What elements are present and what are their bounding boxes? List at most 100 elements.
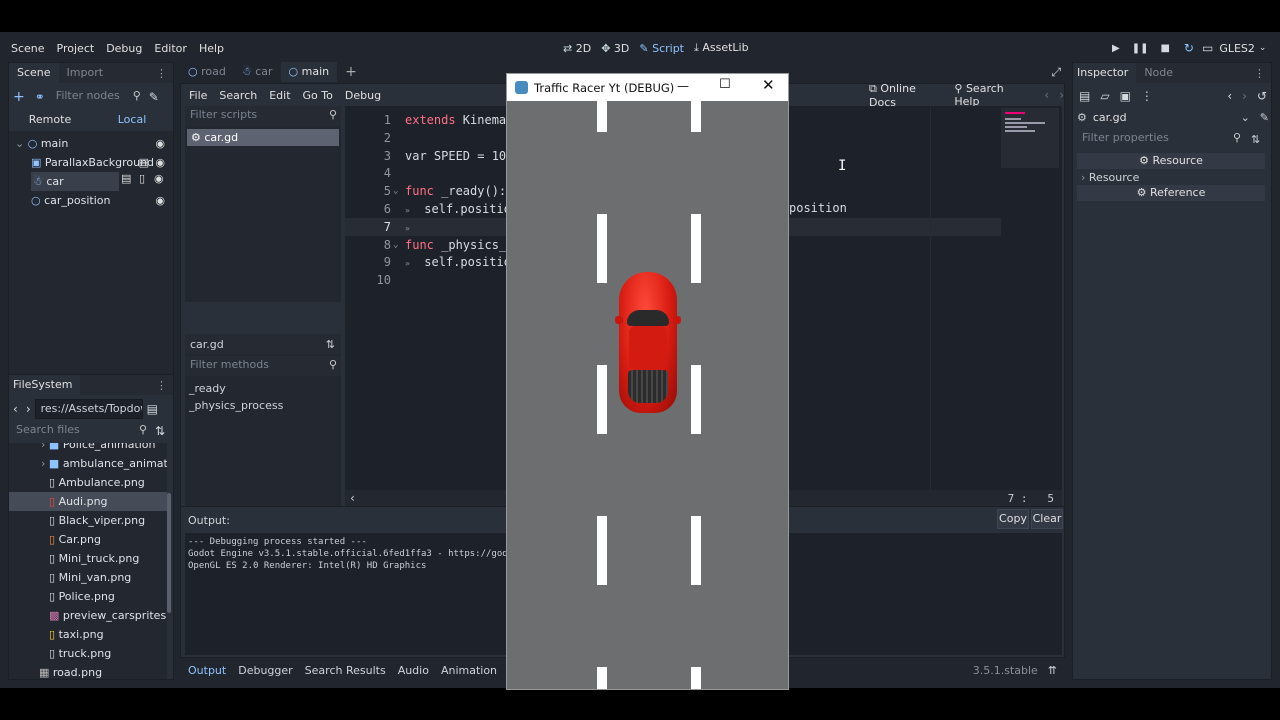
- scene-tab-car[interactable]: ☃ car: [234, 62, 281, 82]
- tab-filesystem[interactable]: FileSystem: [9, 375, 81, 395]
- sort-icon[interactable]: ⇅: [326, 338, 335, 351]
- file-item[interactable]: ▩ preview_carspritespa: [9, 606, 167, 625]
- script-menu-edit[interactable]: Edit: [269, 89, 290, 102]
- method-item[interactable]: _ready: [189, 380, 283, 397]
- filter-properties-input[interactable]: Filter properties ⚲: [1077, 129, 1245, 149]
- fold-arrow-icon[interactable]: ⌄: [393, 237, 401, 255]
- file-item[interactable]: ▯ Mini_truck.png: [9, 549, 167, 568]
- forward-icon[interactable]: ›: [1059, 88, 1064, 102]
- forward-icon[interactable]: ›: [1242, 89, 1247, 103]
- visibility-icon[interactable]: ◉: [155, 153, 165, 172]
- expand-panel-icon[interactable]: ⇈: [1048, 664, 1057, 677]
- filter-scripts-input[interactable]: Filter scripts ⚲: [185, 106, 341, 126]
- add-tab-icon[interactable]: +: [345, 64, 357, 80]
- tree-node-car-position[interactable]: ○ car_position ◉: [9, 191, 173, 210]
- filesystem-scrollbar[interactable]: [167, 493, 171, 613]
- file-item[interactable]: ▯ Ambulance.png: [9, 473, 167, 492]
- workspace-assetlib[interactable]: ⤓ AssetLib: [694, 41, 749, 55]
- workspace-3d[interactable]: ✥ 3D: [601, 42, 629, 55]
- scene-tab-road[interactable]: ○ road: [180, 62, 234, 82]
- settings-icon[interactable]: ⇅: [1251, 133, 1260, 146]
- menu-help[interactable]: Help: [199, 42, 224, 55]
- section-resource[interactable]: ⚙ Resource: [1077, 153, 1265, 169]
- section-reference[interactable]: ⚙ Reference: [1077, 185, 1265, 201]
- online-docs-link[interactable]: ⧉ Online Docs: [869, 82, 944, 109]
- instance-icon[interactable]: ▤: [121, 172, 131, 185]
- file-item-selected[interactable]: ▯ Audi.png: [9, 492, 167, 511]
- file-item[interactable]: ▯ Car.png: [9, 530, 167, 549]
- copy-button[interactable]: Copy: [997, 509, 1029, 529]
- forward-icon[interactable]: ›: [26, 402, 31, 416]
- tab-node[interactable]: Node: [1136, 63, 1181, 83]
- new-resource-icon[interactable]: ▤: [1079, 89, 1090, 103]
- bottom-tab-debugger[interactable]: Debugger: [238, 664, 292, 677]
- file-item[interactable]: ▯ Police.png: [9, 587, 167, 606]
- script-attach-icon[interactable]: ✎: [149, 90, 159, 104]
- tree-node-car[interactable]: ☃ car: [31, 172, 119, 191]
- dock-menu-icon[interactable]: ⋮: [1254, 67, 1265, 80]
- dock-menu-icon[interactable]: ⋮: [156, 379, 167, 392]
- sort-icon[interactable]: ⇅: [155, 424, 165, 438]
- history-icon[interactable]: ↺: [1257, 89, 1267, 103]
- pause-icon[interactable]: ❚❚: [1132, 43, 1149, 54]
- script-menu-debug[interactable]: Debug: [345, 89, 381, 102]
- minimap[interactable]: [1001, 108, 1059, 168]
- tab-import[interactable]: Import: [59, 63, 112, 83]
- menu-scene[interactable]: Scene: [11, 42, 45, 55]
- file-item[interactable]: ▯ Black_viper.png: [9, 511, 167, 530]
- distraction-free-icon[interactable]: ⤢: [1051, 65, 1061, 80]
- back-icon[interactable]: ‹: [1044, 88, 1049, 102]
- script-menu-goto[interactable]: Go To: [303, 89, 333, 102]
- more-icon[interactable]: ⋮: [1141, 89, 1153, 103]
- file-item[interactable]: ▯ Mini_van.png: [9, 568, 167, 587]
- bottom-tab-animation[interactable]: Animation: [441, 664, 497, 677]
- remote-debug-icon[interactable]: ▭: [1202, 41, 1213, 55]
- menu-editor[interactable]: Editor: [154, 42, 187, 55]
- inspected-object[interactable]: car.gd: [1093, 111, 1127, 124]
- back-icon[interactable]: ‹: [13, 402, 18, 416]
- path-field[interactable]: res://Assets/Topdown_: [34, 399, 143, 419]
- instance-icon[interactable]: ▤: [139, 153, 149, 172]
- renderer-select[interactable]: GLES2: [1219, 42, 1255, 55]
- save-icon[interactable]: ▣: [1120, 89, 1131, 103]
- dock-menu-icon[interactable]: ⋮: [156, 67, 167, 80]
- back-icon[interactable]: ‹: [1227, 89, 1232, 103]
- script-menu-search[interactable]: Search: [219, 89, 257, 102]
- visibility-icon[interactable]: ◉: [155, 134, 165, 153]
- filter-nodes-input[interactable]: Filter nodes ⚲: [51, 87, 143, 107]
- file-item[interactable]: ▦ road.png: [9, 663, 167, 679]
- file-item[interactable]: › ■ ambulance_animatio: [9, 454, 167, 473]
- tab-inspector[interactable]: Inspector: [1073, 63, 1137, 83]
- tab-scene[interactable]: Scene: [9, 63, 59, 83]
- visibility-icon[interactable]: ◉: [155, 191, 165, 210]
- game-viewport[interactable]: [507, 101, 788, 689]
- chevron-down-icon[interactable]: ⌄: [1241, 111, 1250, 124]
- reload-icon[interactable]: ↻: [1184, 41, 1194, 55]
- play-icon[interactable]: ▶: [1112, 43, 1120, 54]
- open-folder-icon[interactable]: ▱: [1100, 89, 1109, 103]
- add-node-icon[interactable]: +: [13, 89, 25, 105]
- remote-button[interactable]: Remote: [9, 113, 91, 126]
- file-item[interactable]: ▯ truck.png: [9, 644, 167, 663]
- menu-debug[interactable]: Debug: [106, 42, 142, 55]
- file-item[interactable]: › ■ Police_animation: [9, 443, 167, 454]
- local-button[interactable]: Local: [91, 113, 173, 126]
- filter-methods-input[interactable]: Filter methods ⚲: [185, 356, 341, 376]
- tree-node-main[interactable]: ⌄ ○ main ◉: [9, 134, 173, 153]
- maximize-icon[interactable]: ☐: [719, 77, 731, 92]
- property-group-resource[interactable]: › Resource: [1081, 170, 1265, 186]
- script-menu-file[interactable]: File: [189, 89, 207, 102]
- clear-button[interactable]: Clear: [1031, 509, 1063, 529]
- search-help-link[interactable]: ⚲ Search Help: [954, 82, 1030, 108]
- script-list-item[interactable]: ⚙ car.gd: [187, 129, 339, 146]
- workspace-2d[interactable]: ⇄ 2D: [563, 42, 591, 55]
- split-view-icon[interactable]: ▤: [147, 402, 158, 416]
- minimize-icon[interactable]: —: [677, 79, 689, 93]
- scene-tab-main[interactable]: ○ main: [280, 62, 338, 82]
- scroll-left-icon[interactable]: ‹: [349, 491, 356, 505]
- workspace-script[interactable]: ✎ Script: [639, 42, 684, 55]
- script-icon[interactable]: ▯: [139, 172, 145, 185]
- method-item[interactable]: _physics_process: [189, 397, 283, 414]
- search-files-input[interactable]: Search files ⚲: [11, 421, 149, 441]
- menu-project[interactable]: Project: [57, 42, 95, 55]
